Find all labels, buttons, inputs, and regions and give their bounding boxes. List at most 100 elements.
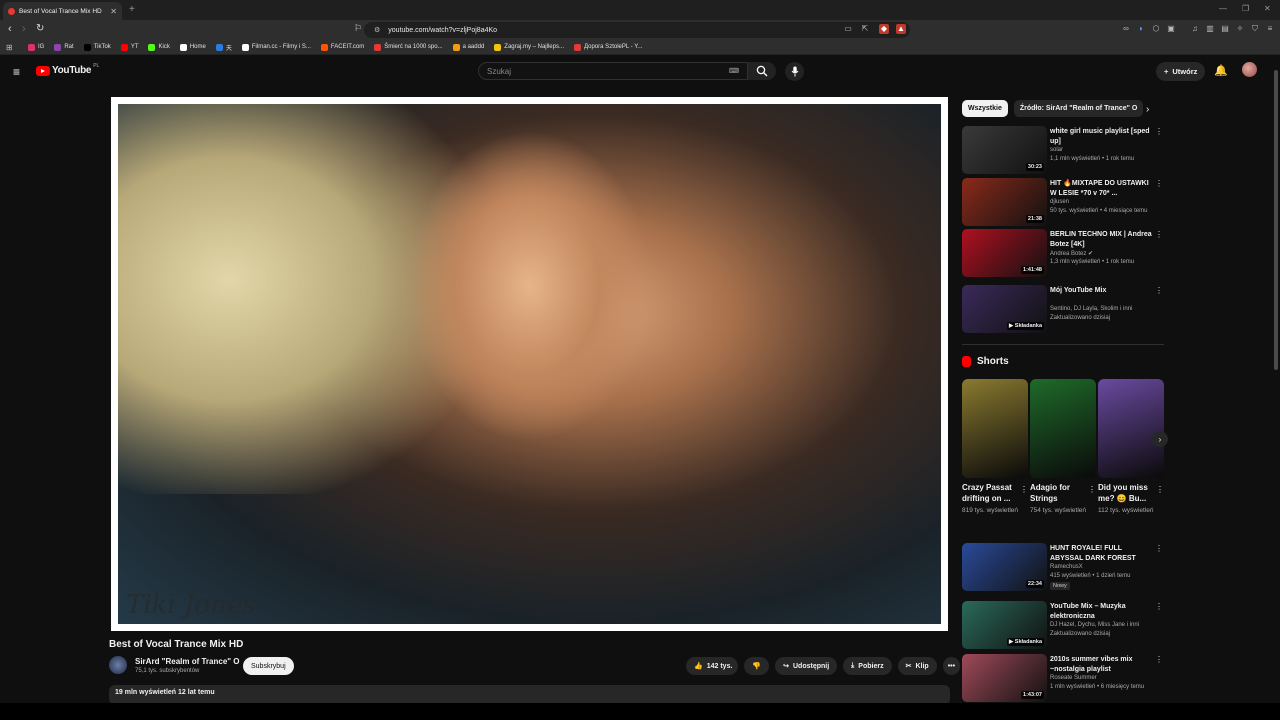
bookmark-item[interactable]: a aaddd [452, 43, 484, 51]
channel-avatar[interactable] [109, 656, 127, 674]
more-options-icon[interactable]: ⋮ [1155, 230, 1163, 239]
more-options-icon[interactable]: ⋮ [1155, 179, 1163, 188]
close-window-icon[interactable]: ✕ [1264, 4, 1271, 13]
subscribe-button[interactable]: Subskrybuj [243, 657, 294, 675]
rec-title[interactable]: HUNT ROYALE! FULL ABYSSAL DARK FOREST SO… [1050, 544, 1154, 563]
bookmark-star-icon[interactable]: ⚐ [354, 23, 362, 34]
more-options-icon[interactable]: ⋮ [1088, 485, 1096, 494]
short-item[interactable]: Crazy Passat drifting on ... 819 tys. wyś… [962, 379, 1028, 516]
rec-title[interactable]: white girl music playlist [sped up] [1050, 127, 1154, 146]
recommendation-item[interactable]: ▶ Składanka YouTube Mix – Muzyka elektron… [962, 601, 1166, 651]
url-field[interactable]: ⚙ youtube.com/watch?v=zljPoj8a4Ko [364, 22, 910, 38]
apps-grid-icon[interactable]: ⊞ [6, 43, 13, 52]
video-thumbnail[interactable]: 22:34 [962, 543, 1047, 591]
clip-button[interactable]: ✂ Klip [897, 657, 937, 675]
close-tab-icon[interactable]: ✕ [110, 7, 117, 16]
tab-search-icon[interactable]: ▤ [1220, 24, 1230, 34]
more-options-icon[interactable]: ⋮ [1155, 602, 1163, 611]
reload-icon[interactable]: ↻ [36, 23, 44, 34]
video-thumbnail[interactable]: 1:43:07 [962, 654, 1047, 702]
rec-title[interactable]: 2010s summer vibes mix ~nostalgia playli… [1050, 655, 1154, 674]
rec-title[interactable]: HIT 🔥MIXTAPE DO USTAWKI W LESIE *70 v 70… [1050, 179, 1154, 198]
recommendation-item[interactable]: 22:34 HUNT ROYALE! FULL ABYSSAL DARK FORE… [962, 543, 1166, 593]
browser-tab[interactable]: Best of Vocal Trance Mix HD ✕ [3, 2, 122, 20]
music-icon[interactable]: ♫ [1190, 24, 1200, 34]
video-thumbnail[interactable]: ▶ Składanka [962, 285, 1047, 333]
bookmark-item[interactable]: Kick [148, 43, 170, 51]
bookmark-item[interactable]: TikTok [83, 43, 111, 51]
recommendation-item[interactable]: 30:23 white girl music playlist [sped up]… [962, 126, 1166, 176]
rec-title[interactable]: YouTube Mix – Muzyka elektroniczna [1050, 602, 1154, 621]
recommendation-item[interactable]: ▶ Składanka Mój YouTube Mix Sentino, DJ La… [962, 285, 1166, 335]
bookmark-item[interactable]: Śmierć na 1000 spo... [374, 43, 443, 51]
video-thumbnail[interactable]: ▶ Składanka [962, 601, 1047, 649]
back-icon[interactable]: ‹ [8, 23, 12, 35]
more-actions-button[interactable]: ••• [942, 657, 961, 675]
search-input[interactable]: Szukaj ⌨ [478, 62, 748, 80]
more-options-icon[interactable]: ⋮ [1155, 544, 1163, 553]
vpn-icon[interactable]: ∞ [1121, 24, 1131, 34]
bookmark-item[interactable]: 天 [215, 43, 232, 52]
short-thumbnail[interactable] [1030, 379, 1096, 478]
short-title[interactable]: Did you miss me? 😄 Bu... [1098, 483, 1154, 504]
shorts-next-button[interactable]: › [1152, 431, 1168, 447]
scrollbar-thumb[interactable] [1274, 70, 1278, 370]
recommendation-item[interactable]: 1:41:48 BERLIN TECHNO MIX | Andrea Botez … [962, 229, 1166, 279]
more-options-icon[interactable]: ⋮ [1155, 655, 1163, 664]
bookmark-item[interactable]: IG [28, 43, 44, 51]
bookmark-item[interactable]: YT [120, 43, 138, 51]
short-item[interactable]: Adagio for Strings 754 tys. wyświetleń ⋮ [1030, 379, 1096, 516]
menu-icon[interactable]: ≡ [1265, 24, 1275, 34]
shield-icon[interactable]: ⛉ [1250, 24, 1260, 34]
forward-icon[interactable]: › [22, 23, 26, 35]
chip-all[interactable]: Wszystkie [962, 100, 1008, 117]
rec-title[interactable]: BERLIN TECHNO MIX | Andrea Botez [4K] [1050, 230, 1154, 249]
like-button[interactable]: 👍 142 tys. [686, 657, 739, 675]
video-thumbnail[interactable]: 30:23 [962, 126, 1047, 174]
dislike-button[interactable]: 👎 [744, 657, 770, 675]
chip-source[interactable]: Źródło: SirArd "Realm of Trance" O [1013, 100, 1144, 117]
maximize-icon[interactable]: ❐ [1242, 4, 1249, 13]
short-item[interactable]: Did you miss me? 😄 Bu... 112 tys. wyświet… [1098, 379, 1164, 516]
bookmark-item[interactable]: FACEIT.com [320, 43, 364, 51]
site-info-icon[interactable]: ⚙ [374, 26, 380, 34]
shield-extension-icon[interactable]: ◆ [879, 24, 889, 34]
create-button[interactable]: + Utwórz [1156, 62, 1206, 81]
bookmark-item[interactable]: Дорога SztolePL - Y... [573, 43, 642, 51]
keyboard-icon[interactable]: ⌨ [729, 67, 739, 75]
video-thumbnail[interactable]: 1:41:48 [962, 229, 1047, 277]
bookmark-item[interactable]: Rat [54, 43, 74, 51]
search-button[interactable] [748, 62, 776, 80]
short-title[interactable]: Crazy Passat drifting on ... [962, 483, 1018, 504]
more-options-icon[interactable]: ⋮ [1155, 127, 1163, 136]
more-options-icon[interactable]: ⋮ [1156, 485, 1164, 494]
cast-icon[interactable]: ▭ [843, 24, 853, 34]
voice-search-button[interactable] [785, 62, 804, 81]
scrollbar[interactable] [1272, 60, 1280, 700]
recommendation-item[interactable]: 1:43:07 2010s summer vibes mix ~nostalgia… [962, 654, 1166, 704]
alert-extension-icon[interactable]: ▲ [896, 24, 906, 34]
chips-next-icon[interactable]: › [1146, 104, 1149, 115]
wallet-icon[interactable]: ◗ [1136, 24, 1146, 34]
bookmark-item[interactable]: Home [179, 43, 206, 51]
bookmark-item[interactable]: Zagraj.my – Najlleps... [494, 43, 564, 51]
video-thumbnail[interactable]: 21:38 [962, 178, 1047, 226]
bookmark-item[interactable]: Filman.cc - Filmy i S... [241, 43, 311, 51]
download-button[interactable]: ⤓ Pobierz [843, 657, 892, 675]
share-page-icon[interactable]: ⇱ [860, 24, 870, 34]
notifications-bell-icon[interactable]: 🔔 [1214, 64, 1228, 77]
video-player[interactable]: Tiki Jones [111, 97, 948, 631]
more-options-icon[interactable]: ⋮ [1020, 485, 1028, 494]
screenshot-icon[interactable]: ▣ [1166, 24, 1176, 34]
hamburger-menu-icon[interactable]: ≡ [13, 65, 20, 79]
share-button[interactable]: ↪ Udostępnij [775, 657, 838, 675]
new-tab-icon[interactable]: + [129, 4, 135, 15]
video-frame[interactable]: Tiki Jones [118, 104, 941, 624]
youtube-logo[interactable]: YouTube PL [36, 63, 99, 76]
ai-icon[interactable]: ✧ [1235, 24, 1245, 34]
channel-name[interactable]: SirArd "Realm of Trance" O [135, 657, 240, 666]
rec-title[interactable]: Mój YouTube Mix [1050, 286, 1154, 296]
account-avatar[interactable] [1242, 62, 1257, 77]
more-options-icon[interactable]: ⋮ [1155, 286, 1163, 295]
extensions-icon[interactable]: ⬡ [1151, 24, 1161, 34]
